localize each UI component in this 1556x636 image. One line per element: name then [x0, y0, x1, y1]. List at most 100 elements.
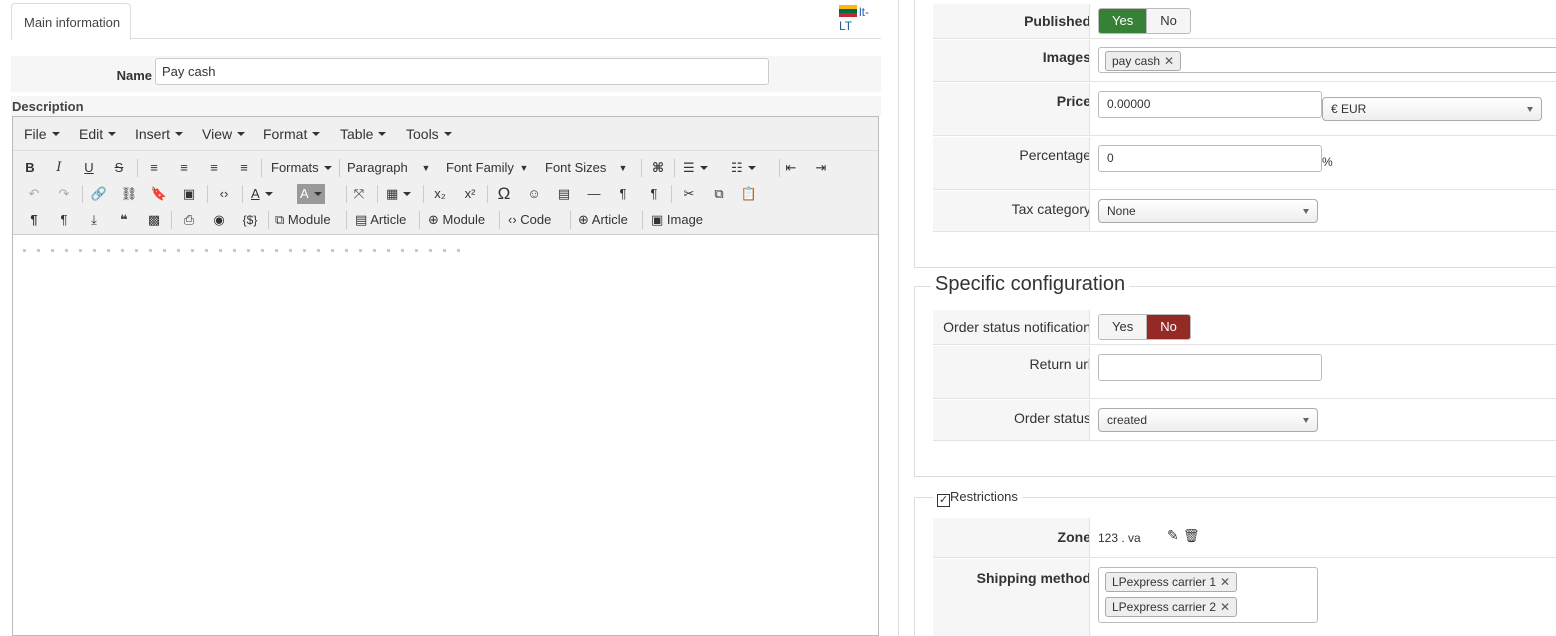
language-switch[interactable]: lt-LT: [839, 5, 881, 33]
italic-icon[interactable]: I: [50, 158, 68, 178]
separator: [346, 211, 347, 229]
percentage-input[interactable]: 0: [1098, 145, 1322, 172]
caret-down-icon[interactable]: ▼: [618, 158, 628, 178]
notification-no-button[interactable]: No: [1146, 315, 1190, 339]
lithuania-flag-icon: [839, 5, 857, 17]
rtl-icon[interactable]: ¶: [644, 184, 664, 204]
template-icon[interactable]: ▩: [144, 210, 164, 230]
tax-category-select[interactable]: None: [1098, 199, 1318, 223]
align-center-icon[interactable]: ≡: [174, 158, 194, 178]
quote-icon[interactable]: ❝: [114, 210, 134, 230]
published-label: Published: [1024, 13, 1091, 29]
article-button-2[interactable]: ⊕ Article: [578, 210, 628, 230]
special-character-icon[interactable]: Ω: [494, 184, 514, 204]
separator: [207, 185, 208, 203]
superscript-icon[interactable]: x²: [459, 184, 481, 204]
menu-edit[interactable]: Edit: [79, 126, 116, 142]
align-left-icon[interactable]: ≡: [144, 158, 164, 178]
blockquote-paragraph-icon[interactable]: ¶: [54, 210, 74, 230]
align-right-icon[interactable]: ≡: [204, 158, 224, 178]
menu-format[interactable]: Format: [263, 126, 320, 142]
menu-file[interactable]: File: [24, 126, 60, 142]
paragraph-icon[interactable]: ¶: [24, 210, 44, 230]
formats-dropdown[interactable]: Formats: [271, 158, 332, 178]
bullet-list-icon[interactable]: ☰: [683, 158, 708, 178]
subscript-icon[interactable]: x₂: [429, 184, 451, 204]
menu-table[interactable]: Table: [340, 126, 386, 142]
edit-pencil-icon[interactable]: ✎: [1167, 527, 1179, 544]
fullscreen-icon[interactable]: ⤧: [349, 184, 369, 204]
justify-icon[interactable]: ≡: [234, 158, 254, 178]
image-button[interactable]: ▣ Image: [651, 210, 703, 230]
module-button-2[interactable]: ⊕ Module: [428, 210, 485, 230]
editor-content-area[interactable]: [13, 235, 878, 635]
images-select[interactable]: pay cash ✕: [1098, 47, 1556, 73]
menu-tools[interactable]: Tools: [406, 126, 452, 142]
emoticons-icon[interactable]: ☺: [524, 184, 544, 204]
print-icon[interactable]: ⎙: [179, 210, 199, 230]
shipping-method-select[interactable]: LPexpress carrier 1 ✕ LPexpress carrier 2…: [1098, 567, 1318, 623]
text-color-icon[interactable]: A: [251, 184, 273, 204]
shipping-tag: LPexpress carrier 2 ✕: [1105, 597, 1238, 617]
trash-icon[interactable]: 🗑: [1183, 528, 1200, 544]
separator: [82, 185, 83, 203]
numbered-list-icon[interactable]: ☷: [731, 158, 756, 178]
remove-tag-icon[interactable]: ✕: [1220, 600, 1230, 614]
insert-image-icon[interactable]: ▣: [179, 184, 199, 204]
percentage-row: Percentage 0 %: [933, 137, 1556, 190]
editor-faint-text: [23, 249, 463, 252]
bookmark-icon[interactable]: 🔖: [149, 184, 169, 204]
link-icon[interactable]: 🔗: [89, 184, 109, 204]
notification-yes-button[interactable]: Yes: [1099, 315, 1147, 339]
find-replace-icon[interactable]: ⌘: [649, 158, 667, 178]
table-icon[interactable]: ▦: [386, 184, 411, 204]
published-no-button[interactable]: No: [1146, 9, 1190, 33]
code-button[interactable]: ‹› Code: [508, 210, 551, 230]
indent-icon[interactable]: ⇥: [811, 158, 831, 178]
background-color-icon[interactable]: A: [297, 184, 325, 204]
return-url-control: [1089, 346, 1556, 398]
remove-tag-icon[interactable]: ✕: [1164, 54, 1174, 68]
caret-down-icon[interactable]: ▼: [519, 158, 529, 178]
insert-break-icon[interactable]: ⤓: [84, 210, 104, 230]
tab-main-information[interactable]: Main information: [11, 3, 131, 40]
menu-insert[interactable]: Insert: [135, 126, 183, 142]
underline-icon[interactable]: U: [80, 158, 98, 178]
caret-down-icon[interactable]: ▼: [421, 158, 431, 178]
strikethrough-icon[interactable]: S: [110, 158, 128, 178]
undo-icon[interactable]: ↶: [24, 184, 44, 204]
paste-icon[interactable]: 📋: [739, 184, 759, 204]
redo-icon[interactable]: ↷: [54, 184, 74, 204]
horizontal-rule-icon[interactable]: —: [584, 184, 604, 204]
bold-icon[interactable]: B: [21, 158, 39, 178]
media-icon[interactable]: ▤: [554, 184, 574, 204]
cut-icon[interactable]: ✂: [679, 184, 699, 204]
name-input[interactable]: Pay cash: [155, 58, 769, 85]
font-sizes-dropdown[interactable]: Font Sizes: [545, 158, 606, 178]
shipping-tag-label: LPexpress carrier 1: [1112, 575, 1217, 589]
font-family-dropdown[interactable]: Font Family: [446, 158, 514, 178]
unlink-icon[interactable]: ⛓: [119, 184, 139, 204]
article-button-1[interactable]: ▤ Article: [355, 210, 406, 230]
published-yes-button[interactable]: Yes: [1099, 9, 1147, 33]
code-icon[interactable]: ‹›: [214, 184, 234, 204]
order-status-select[interactable]: created: [1098, 408, 1318, 432]
images-label: Images: [1042, 49, 1091, 65]
restrictions-checkbox[interactable]: ✓: [937, 494, 950, 507]
variables-icon[interactable]: {$}: [239, 210, 261, 230]
remove-tag-icon[interactable]: ✕: [1220, 575, 1230, 589]
outdent-icon[interactable]: ⇤: [781, 158, 801, 178]
preview-icon[interactable]: ◉: [209, 210, 229, 230]
return-url-input[interactable]: [1098, 354, 1322, 381]
order-status-label: Order status: [1013, 410, 1091, 426]
currency-select[interactable]: € EUR: [1322, 97, 1542, 121]
module-button-1[interactable]: ⧉ Module: [275, 210, 331, 230]
menu-view[interactable]: View: [202, 126, 245, 142]
paragraph-dropdown-label: Paragraph: [347, 160, 408, 175]
general-panel: Published Yes No Images pay cash ✕ Price …: [914, 0, 1556, 268]
paragraph-dropdown[interactable]: Paragraph: [347, 158, 408, 178]
price-input[interactable]: 0.00000: [1098, 91, 1322, 118]
copy-icon[interactable]: ⧉: [709, 184, 729, 204]
ltr-icon[interactable]: ¶: [613, 184, 633, 204]
images-control: pay cash ✕: [1089, 40, 1556, 81]
